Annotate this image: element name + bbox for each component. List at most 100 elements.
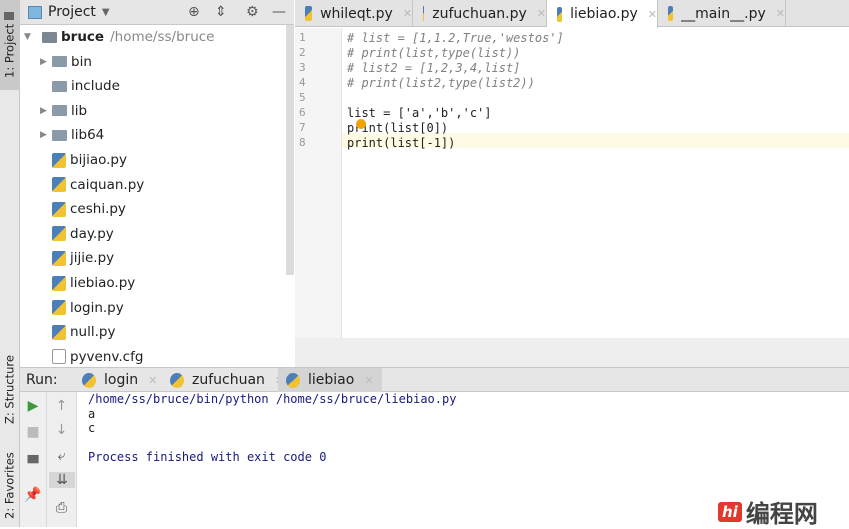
run-label: Run: [26,372,58,388]
tree-item[interactable]: include [40,74,120,98]
collapse-all-icon[interactable]: ⇕ [215,4,227,20]
tree-item[interactable]: day.py [40,222,114,246]
code-line: # list2 = [1,2,3,4,list] [347,61,521,75]
rerun-icon[interactable]: ▶ [20,398,46,414]
watermark-logo: hi 编程网 [718,494,818,529]
expand-arrow-icon[interactable]: ▶ [40,106,52,116]
run-tab-label: zufuchuan [192,372,265,388]
gear-icon[interactable]: ⚙ [246,4,259,20]
tree-item-label: lib [71,102,88,119]
line-number: 2 [299,46,306,59]
line-number: 5 [299,91,306,104]
tree-item[interactable]: login.py [40,296,124,320]
root-path: /home/ss/bruce [110,29,215,45]
expand-arrow-icon[interactable]: ▶ [40,130,52,140]
code-line: # print(list,type(list)) [347,46,521,60]
tab-label: zufuchuan.py [432,5,527,22]
tree-item-label: include [71,78,120,95]
locate-icon[interactable]: ⊕ [188,4,200,20]
editor-tab[interactable]: __main__.py ✕ [658,0,786,27]
tree-item[interactable]: jijie.py [40,246,114,270]
editor-empty-area [295,338,849,367]
tree-item[interactable]: caiquan.py [40,173,144,197]
run-tab[interactable]: zufuchuan✕ [162,368,292,392]
pin-icon[interactable]: 📌 [20,487,46,503]
tree-item-label: login.py [70,299,124,316]
expand-arrow-icon[interactable]: ▶ [40,57,52,67]
root-name: bruce [61,29,105,45]
project-scrollbar[interactable] [286,25,294,275]
run-toolbar-left: ▶ ■ ▀ 📌 [20,392,47,527]
python-icon [82,372,96,388]
chevron-down-icon[interactable]: ▼ [102,7,110,18]
console-line: c [88,421,96,436]
expand-arrow-icon[interactable]: ▼ [24,32,36,42]
tree-item-label: pyvenv.cfg [70,348,144,365]
code-line: print(list[-1]) [347,136,456,150]
close-icon[interactable]: ✕ [537,7,546,20]
python-file-icon [52,152,66,168]
tab-project[interactable]: 1: Project [0,0,19,90]
file-icon [52,349,66,365]
tree-item[interactable]: pyvenv.cfg [40,345,143,367]
line-number: 4 [299,76,306,89]
tree-root[interactable]: ▼ bruce /home/ss/bruce [24,25,214,49]
tab-label: liebiao.py [570,6,638,22]
editor-tab[interactable]: zufuchuan.py ✕ [413,0,547,27]
tree-item[interactable]: liebiao.py [40,271,135,295]
run-tab[interactable]: liebiao ✕ [278,368,382,392]
tree-item-label: caiquan.py [70,176,145,193]
arrow-down-icon[interactable]: ↓ [47,422,76,438]
tab-label: whileqt.py [320,5,393,22]
folder-icon [4,11,15,20]
close-icon[interactable]: ✕ [364,374,373,387]
tree-item-label: jijie.py [70,250,115,267]
tab-structure[interactable]: Z: Structure [0,345,19,435]
run-panel-header: Run: login ✕ zufuchuan✕ liebiao ✕ [20,367,849,392]
python-file-icon [52,177,66,193]
tree-item-label: liebiao.py [70,275,136,291]
run-tab-label: liebiao [308,372,355,388]
close-icon[interactable]: ✕ [648,8,657,21]
tree-item-label: bijiao.py [70,152,127,168]
editor-tab[interactable]: whileqt.py ✕ [295,0,413,27]
close-icon[interactable]: ✕ [148,374,157,387]
tree-item[interactable]: ▶ lib [40,99,87,123]
folder-icon [52,80,67,92]
tree-item[interactable]: bijiao.py [40,148,127,172]
stop-icon[interactable]: ■ [20,424,46,440]
minimize-icon[interactable]: — [272,4,286,20]
close-icon[interactable]: ✕ [403,7,412,20]
project-view-selector[interactable]: Project [48,4,96,20]
line-number: 1 [299,31,306,44]
tree-item-label: ceshi.py [70,201,126,218]
python-icon [170,372,184,388]
console-line: /home/ss/bruce/bin/python /home/ss/bruce… [88,392,457,406]
arrow-up-icon[interactable]: ↑ [47,398,76,414]
project-panel-header: Project ▼ ⊕ ⇕ ⚙ — [20,0,294,25]
folder-icon [42,31,57,43]
project-tree: ▼ bruce /home/ss/bruce ▶ bin include ▶ lib ▶ l… [20,25,286,367]
print-icon[interactable]: ⎙ [47,500,76,516]
folder-icon [52,105,67,117]
tree-item[interactable]: ceshi.py [40,197,126,221]
tab-structure-label: Z: Structure [2,355,17,425]
left-tool-strip: 1: Project Z: Structure 2: Favorites [0,0,20,527]
tree-item[interactable]: ▶ lib64 [40,123,104,147]
layout-icon[interactable]: ▀ [20,456,46,472]
scroll-to-end-icon[interactable]: ⇊ [49,472,75,488]
close-icon[interactable]: ✕ [776,7,785,20]
tab-label: __main__.py [681,5,766,22]
run-tab[interactable]: login ✕ [74,368,165,392]
python-file-icon [52,250,66,266]
python-file-icon [52,201,66,217]
editor-tab[interactable]: liebiao.py ✕ [547,0,658,28]
tree-item[interactable]: ▶ bin [40,50,92,74]
tab-favorites[interactable]: 2: Favorites [0,445,19,527]
code-line: # list = [1,1.2,True,'westos'] [347,31,564,45]
bulb-icon[interactable] [356,119,366,129]
soft-wrap-icon[interactable]: ⤶ [47,448,76,464]
console-line: Process finished with exit code 0 [88,450,327,465]
code-line: list = ['a','b','c'] [347,106,492,120]
tree-item[interactable]: null.py [40,320,115,344]
